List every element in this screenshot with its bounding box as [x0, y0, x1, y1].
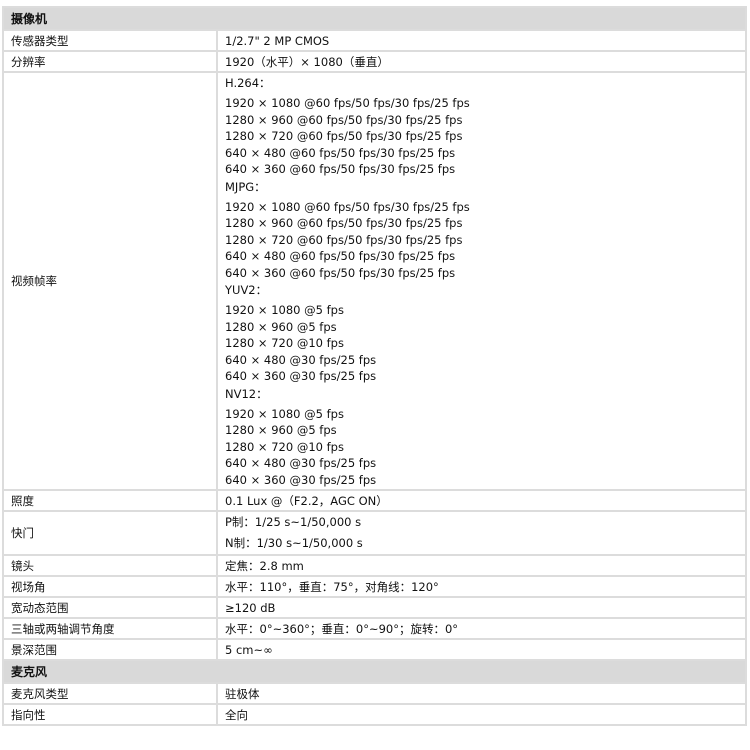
frame-rate-value: H.264： 1920 × 1080 @60 fps/50 fps/30 fps/… — [216, 71, 747, 491]
spec-row-adjustment-angle: 三轴或两轴调节角度 水平：0°~360°；垂直：0°~90°；旋转：0° — [2, 617, 747, 640]
spec-row-directivity: 指向性 全向 — [2, 703, 747, 726]
spec-value: 5 cm~∞ — [216, 638, 747, 661]
spec-label: 宽动态范围 — [2, 596, 218, 619]
frame-rate-line: 1280 × 960 @60 fps/50 fps/30 fps/25 fps — [225, 112, 463, 127]
spec-row-depth-of-field: 景深范围 5 cm~∞ — [2, 638, 747, 661]
frame-rate-line: 640 × 480 @30 fps/25 fps — [225, 352, 377, 367]
frame-rate-line: 640 × 360 @30 fps/25 fps — [225, 472, 377, 487]
spec-label: 麦克风类型 — [2, 682, 218, 705]
codec-title: YUV2： — [225, 283, 268, 297]
spec-row-field-of-view: 视场角 水平：110°，垂直：75°，对角线：120° — [2, 575, 747, 598]
spec-row-frame-rate: 视频帧率 H.264： 1920 × 1080 @60 fps/50 fps/30… — [2, 71, 747, 491]
spec-value: 水平：0°~360°；垂直：0°~90°；旋转：0° — [216, 617, 747, 640]
spec-row-resolution: 分辨率 1920（水平）× 1080（垂直） — [2, 50, 747, 73]
frame-rate-line: 1280 × 960 @60 fps/50 fps/30 fps/25 fps — [225, 216, 463, 230]
spec-label: 视场角 — [2, 575, 218, 598]
frame-rate-line: 1280 × 960 @5 fps — [225, 423, 337, 437]
frame-rate-line: 640 × 360 @60 fps/50 fps/30 fps/25 fps — [225, 162, 456, 176]
shutter-line-n: N制：1/30 s~1/50,000 s — [225, 536, 363, 550]
frame-rate-line: 640 × 360 @30 fps/25 fps — [225, 369, 377, 383]
spec-value: 1920（水平）× 1080（垂直） — [216, 50, 747, 73]
section-header-microphone: 麦克风 — [2, 659, 747, 684]
spec-value: 水平：110°，垂直：75°，对角线：120° — [216, 575, 747, 598]
spec-label: 景深范围 — [2, 638, 218, 661]
spec-label: 三轴或两轴调节角度 — [2, 617, 218, 640]
frame-rate-line: 1280 × 720 @60 fps/50 fps/30 fps/25 fps — [225, 232, 463, 247]
spec-row-wdr: 宽动态范围 ≥120 dB — [2, 596, 747, 619]
spec-value: 全向 — [216, 703, 747, 726]
codec-title: MJPG： — [225, 179, 266, 194]
frame-rate-line: 640 × 360 @60 fps/50 fps/30 fps/25 fps — [225, 265, 456, 280]
spec-value: 驻极体 — [216, 682, 747, 705]
codec-title: H.264： — [225, 76, 271, 90]
frame-rate-line: 640 × 480 @30 fps/25 fps — [225, 456, 377, 470]
spec-value: ≥120 dB — [216, 596, 747, 619]
spec-label: 传感器类型 — [2, 29, 218, 52]
spec-label: 快门 — [2, 510, 218, 556]
spec-value: 定焦：2.8 mm — [216, 554, 747, 577]
frame-rate-line: 640 × 480 @60 fps/50 fps/30 fps/25 fps — [225, 145, 456, 160]
spec-row-lens: 镜头 定焦：2.8 mm — [2, 554, 747, 577]
spec-row-mic-type: 麦克风类型 驻极体 — [2, 682, 747, 705]
codec-title: NV12： — [225, 386, 268, 401]
section-title: 摄像机 — [2, 6, 747, 31]
spec-row-sensor: 传感器类型 1/2.7" 2 MP CMOS — [2, 29, 747, 52]
spec-label: 视频帧率 — [2, 71, 218, 491]
section-header-camera: 摄像机 — [2, 6, 747, 31]
frame-rate-line: 1280 × 720 @60 fps/50 fps/30 fps/25 fps — [225, 129, 463, 143]
frame-rate-line: 1920 × 1080 @60 fps/50 fps/30 fps/25 fps — [225, 199, 470, 214]
frame-rate-line: 640 × 480 @60 fps/50 fps/30 fps/25 fps — [225, 249, 456, 263]
frame-rate-line: 1920 × 1080 @5 fps — [225, 303, 344, 317]
section-title: 麦克风 — [2, 659, 747, 684]
shutter-value: P制：1/25 s~1/50,000 s N制：1/30 s~1/50,000 … — [216, 510, 747, 556]
spec-label: 镜头 — [2, 554, 218, 577]
spec-table: 摄像机 传感器类型 1/2.7" 2 MP CMOS 分辨率 1920（水平）×… — [2, 6, 747, 726]
frame-rate-line: 1920 × 1080 @60 fps/50 fps/30 fps/25 fps — [225, 96, 470, 110]
spec-label: 照度 — [2, 489, 218, 512]
spec-value: 0.1 Lux @（F2.2，AGC ON） — [216, 489, 747, 512]
spec-label: 分辨率 — [2, 50, 218, 73]
spec-row-shutter: 快门 P制：1/25 s~1/50,000 s N制：1/30 s~1/50,0… — [2, 510, 747, 556]
shutter-line-p: P制：1/25 s~1/50,000 s — [225, 515, 362, 529]
frame-rate-line: 1280 × 960 @5 fps — [225, 319, 337, 334]
frame-rate-line: 1280 × 720 @10 fps — [225, 439, 344, 454]
spec-value: 1/2.7" 2 MP CMOS — [216, 29, 747, 52]
frame-rate-line: 1280 × 720 @10 fps — [225, 336, 344, 350]
spec-label: 指向性 — [2, 703, 218, 726]
frame-rate-line: 1920 × 1080 @5 fps — [225, 406, 344, 421]
spec-row-illumination: 照度 0.1 Lux @（F2.2，AGC ON） — [2, 489, 747, 512]
